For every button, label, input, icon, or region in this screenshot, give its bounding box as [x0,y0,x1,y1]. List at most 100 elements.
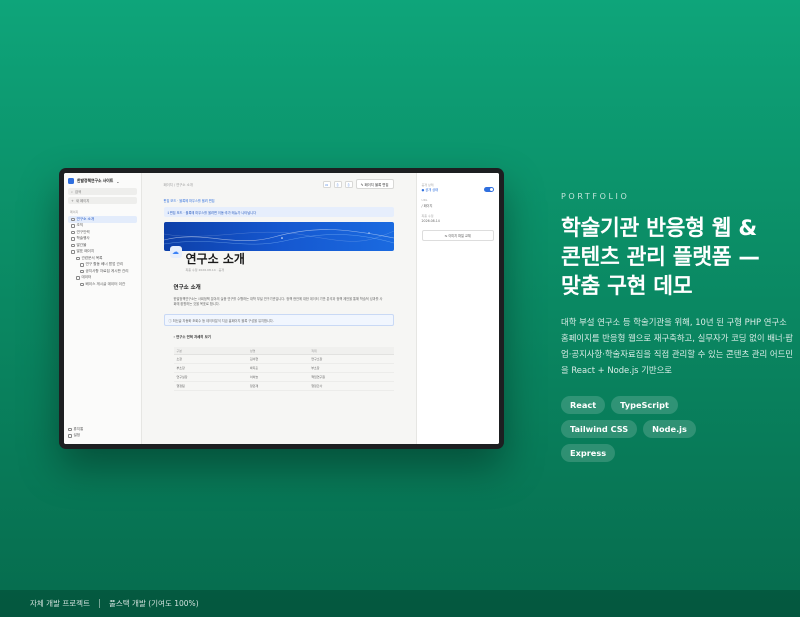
publish-toggle[interactable] [484,187,494,192]
toggle-block[interactable]: › 연구소 연혁 자세히 보기 [174,334,394,339]
table-cell: 연구소장 [308,354,394,364]
device-mockup: 한발정책연구소 사이트 ⌄ ⌕ 검색 + 새 페이지 페이지 연구소 소개 조직 연… [59,168,504,449]
page-icon [76,256,80,260]
search-icon: ⌕ [71,189,73,194]
tech-tags: React TypeScript Tailwind CSS Node.js Ex… [561,396,751,462]
sidebar-item-label: 연구소 소개 [76,216,95,221]
page-icon [71,250,75,254]
breadcrumb[interactable]: 페이지 / 연구소 소개 [164,182,193,187]
page-icon [71,243,75,247]
table-row[interactable]: 소장 김서현 연구소장 [173,354,394,364]
table-cell: 행정팀 [173,381,247,391]
page-icon [80,269,84,273]
updated-value: 2026.08.14 [421,219,440,223]
mobile-icon[interactable]: ▯ [344,180,353,188]
footer-divider [98,599,100,608]
page-icon [80,263,84,267]
table-row[interactable]: 연구실장 이하늘 책임연구원 [173,372,394,382]
url-label: URL [421,198,428,202]
edit-mode-hint: 편집 모드 · 블록에 마우스를 올려 편집 [163,199,215,203]
sidebar-tree: 연구소 소개 조직 연구인력 학술행사 발간물 발표 페이지 관련문서 목록 연구 활동 베너… [68,216,137,288]
table-cell: 부소장 [308,363,394,373]
banner-wave-graphic [163,229,394,245]
sidebar-item-label: 발표 페이지 [76,249,95,254]
intro-paragraph[interactable]: 한발정책연구소는 사회정책 분야의 실증 연구를 수행하는 대학 부설 연구기관… [174,297,384,307]
gear-icon [68,434,72,438]
topbar-actions: ▭ ▯ ▯ ✎ 페이지 블록 편집 [322,179,394,189]
table-header-cell: 구분 [173,347,247,355]
sidebar-item-label: 공지사항 자료집 게시판 관리 [85,268,129,273]
table-row[interactable]: 행정팀 정민재 행정간사 [173,381,394,391]
hero-banner-image[interactable] [163,222,394,251]
edit-mode-notice: ℹ 편집 모드 · 블록에 마우스를 올려면 이동·추가 메뉴가 나타납니다 [163,207,394,217]
table-cell: 책임연구원 [308,372,394,382]
headline-line: 콘텐츠 관리 플랫폼 — [561,245,760,270]
chevron-down-icon: ⌄ [116,178,120,184]
sidebar-item-label: 데이터 [81,275,92,280]
sidebar-item-label: 학술행사 [76,236,90,241]
info-icon: ℹ [167,210,169,215]
cloud-icon[interactable]: ☁ [169,246,182,258]
hero-headline: 학술기관 반응형 웹 & 콘텐츠 관리 플랫폼 — 맞춤 구현 데모 [561,214,760,301]
replace-image-button[interactable]: ⇆ 이미지 파일 교체 [421,230,494,241]
table-cell: 연구실장 [173,372,247,382]
table-cell: 소장 [173,354,247,364]
page-icon [71,224,75,228]
workspace-name: 한발정책연구소 사이트 [77,178,114,183]
page-icon [76,276,80,280]
staff-table[interactable]: 구분 성명 직위 소장 김서현 연구소장 부소장 박지훈 부소장 연구실장 이하늘 책임연구원 행정팀… [173,347,394,391]
page-icon [71,237,75,241]
page-icon [80,282,84,286]
tag-typescript: TypeScript [611,396,678,414]
sidebar-search[interactable]: ⌕ 검색 [68,188,137,195]
table-cell: 부소장 [173,363,247,373]
edit-blocks-button[interactable]: ✎ 페이지 블록 편집 [355,179,394,189]
footer-bar: 자체 개발 프로젝트 풀스택 개발 (기여도 100%) [0,590,800,617]
plus-icon: + [71,198,74,203]
sidebar-item[interactable]: 베이스 게시글 데이터 이관 [68,281,137,288]
status-value: ● 공개 상태 [421,188,439,192]
tag-express: Express [561,444,616,462]
properties-panel: 공개 상태 ● 공개 상태 URL / 페이지 최종 수정 2026.08.14… [415,173,499,444]
editor-main: 페이지 / 연구소 소개 ▭ ▯ ▯ ✎ 페이지 블록 편집 편집 모드 · 블… [142,173,416,444]
table-cell: 행정간사 [308,381,394,391]
workspace-logo-icon [68,178,74,184]
url-value[interactable]: / 페이지 [422,203,494,208]
cms-sidebar: 한발정책연구소 사이트 ⌄ ⌕ 검색 + 새 페이지 페이지 연구소 소개 조직 연… [64,173,142,444]
new-page-button[interactable]: + 새 페이지 [68,197,137,204]
sidebar-item-label: 연구인력 [76,229,90,234]
table-cell: 이하늘 [246,372,309,382]
cms-screen: 한발정책연구소 사이트 ⌄ ⌕ 검색 + 새 페이지 페이지 연구소 소개 조직 연… [64,173,499,444]
table-cell: 박지훈 [246,363,309,373]
table-cell: 김서현 [246,354,309,364]
headline-line: 맞춤 구현 데모 [561,274,693,299]
tablet-icon[interactable]: ▯ [333,180,342,188]
comment-icon[interactable]: ▭ [322,180,331,188]
sidebar-section-label: 페이지 [70,210,79,214]
sidebar-item-label: 발간물 [76,242,87,247]
hero-description: 대학 부설 연구소 등 학술기관을 위해, 10년 된 구형 PHP 연구소 홈… [561,317,793,375]
tag-nodejs: Node.js [643,420,696,438]
footer-role: 풀스택 개발 (기여도 100%) [108,599,199,608]
page-title[interactable]: 연구소 소개 [186,250,245,267]
table-row[interactable]: 부소장 박지훈 부소장 [173,363,394,373]
table-header-cell: 직위 [308,347,394,355]
page-icon [71,217,75,221]
callout-block[interactable]: ⓘ 최신글 자동화 조회수 등 데이터분석 지금 홈페이지 블록 구성을 유지합… [163,314,394,326]
table-header-row: 구분 성명 직위 [173,347,394,355]
info-icon: ⓘ [168,318,172,323]
tag-react: React [561,396,606,414]
tag-tailwind: Tailwind CSS [561,420,638,438]
section-heading[interactable]: 연구소 소개 [174,283,394,291]
sidebar-item-settings[interactable]: 설정 [68,433,83,440]
updated-label: 최종 수정 [421,214,434,218]
status-row: ● 공개 상태 [422,187,494,192]
table-body: 소장 김서현 연구소장 부소장 박지훈 부소장 연구실장 이하늘 책임연구원 행정팀 정민재 행정간사 [173,354,394,391]
headline-line: 학술기관 반응형 웹 & [561,216,757,241]
table-header-cell: 성명 [246,347,309,355]
eyebrow-label: PORTFOLIO [561,192,630,201]
sidebar-item-label: 베이스 게시글 데이터 이관 [85,281,126,286]
page-meta: 최종 수정 2026.08.14 · 공개 [185,268,225,272]
sidebar-bottom: 휴지통 설정 [68,426,83,439]
workspace-switcher[interactable]: 한발정책연구소 사이트 ⌄ [68,178,137,184]
